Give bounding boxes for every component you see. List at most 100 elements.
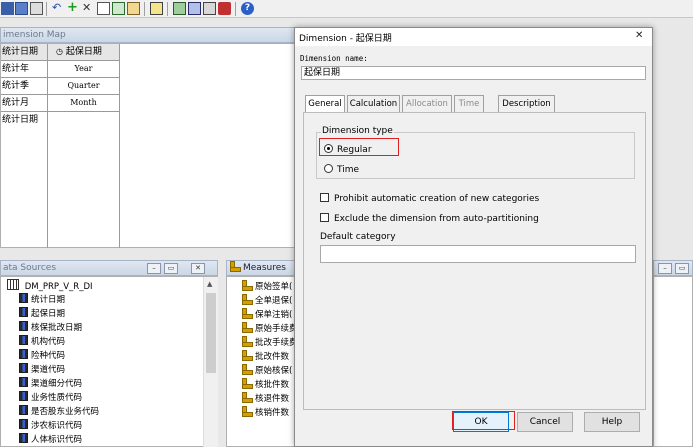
measure-label: 全单退保( [255, 296, 293, 306]
prohibit-checkbox[interactable]: Prohibit automatic creation of new categ… [320, 193, 539, 204]
cube-icon[interactable] [218, 2, 231, 15]
tab-time[interactable]: Time [454, 95, 484, 112]
list-item[interactable]: 核保批改日期 [19, 321, 82, 334]
dimension-cell[interactable]: 统计月 [1, 95, 48, 112]
list-item[interactable]: 险种代码 [19, 349, 65, 362]
tree-root[interactable]: DM_PRP_V_R_DI [7, 279, 93, 292]
column-label: 业务性质代码 [31, 393, 83, 403]
scrollbar-thumb[interactable] [206, 293, 216, 373]
help-icon[interactable]: ? [241, 2, 254, 15]
list-item[interactable]: 涉农标识代码 [19, 419, 82, 432]
list-item[interactable]: 原始签单( [241, 280, 292, 293]
measures-title: Measures [243, 263, 286, 273]
open-icon[interactable] [1, 2, 14, 15]
minimize-button[interactable]: – [147, 263, 161, 274]
tree-icon[interactable] [112, 2, 125, 15]
checkbox-icon [320, 193, 329, 202]
help-button[interactable]: Help [584, 412, 640, 432]
tab-calculation[interactable]: Calculation [347, 95, 400, 112]
tab-bar: General Calculation Allocation Time Desc… [305, 95, 650, 113]
column-label: 机构代码 [31, 337, 66, 347]
settings-icon[interactable] [127, 2, 140, 15]
tab-allocation[interactable]: Allocation [402, 95, 452, 112]
vertical-scrollbar[interactable]: ▲ [203, 277, 218, 447]
dimension-cell[interactable]: 统计年 [1, 61, 48, 78]
undo-icon[interactable]: ↶ [52, 2, 65, 15]
edit-icon[interactable] [150, 2, 163, 15]
list-item[interactable]: 核退件数 [241, 392, 289, 405]
measures-titlebar: Measures [226, 260, 296, 276]
list-item[interactable]: 统计日期 [19, 293, 65, 306]
delete-icon[interactable]: ✕ [82, 2, 95, 15]
list-item[interactable]: 渠道代码 [19, 363, 65, 376]
list-item[interactable]: 机构代码 [19, 335, 65, 348]
grid-icon[interactable] [188, 2, 201, 15]
measure-icon [241, 322, 253, 333]
measure-icon [241, 406, 253, 417]
scroll-up-icon[interactable]: ▲ [207, 280, 215, 288]
restore-button[interactable]: ▭ [675, 263, 689, 274]
dimension-map-titlebar: imension Map [0, 27, 296, 43]
restore-button[interactable]: ▭ [164, 263, 178, 274]
list-item[interactable]: 核批件数 [241, 378, 289, 391]
default-category-label: Default category [320, 232, 396, 242]
measure-label: 批改件数 [255, 352, 290, 362]
table-icon [7, 279, 19, 290]
radio-time-label: Time [337, 165, 360, 175]
dimension-name-input[interactable]: 起保日期 [301, 66, 646, 80]
list-item[interactable]: 是否股东业务代码 [19, 405, 99, 418]
column-icon [19, 363, 28, 373]
column-label: 渠道细分代码 [31, 379, 83, 389]
close-button[interactable]: ✕ [191, 263, 205, 274]
measure-icon [241, 378, 253, 389]
dimension-header-cell[interactable]: ◷ 起保日期 [48, 44, 120, 61]
column-icon [19, 335, 28, 345]
column-label: 统计日期 [31, 295, 66, 305]
list-item[interactable]: 保单注销( [241, 308, 292, 321]
list-item[interactable]: 起保日期 [19, 307, 65, 320]
list-item[interactable]: 批改件数 [241, 350, 289, 363]
checkbox-icon [320, 213, 329, 222]
table-icon[interactable] [97, 2, 110, 15]
exclude-checkbox[interactable]: Exclude the dimension from auto-partitio… [320, 213, 539, 224]
right-panel [653, 276, 693, 447]
measures-panel: 原始签单( 全单退保( 保单注销( 原始手续费 批改手续费 批改件数 原始核保(… [226, 276, 298, 447]
list-item[interactable]: 批改手续费 [241, 336, 298, 349]
list-item[interactable]: 人体标识代码 [19, 433, 82, 446]
radio-time[interactable]: Time [324, 164, 359, 175]
level-cell[interactable]: Quarter [48, 78, 120, 95]
default-category-input[interactable] [320, 245, 636, 263]
dimension-cell[interactable]: 统计日期 [1, 112, 48, 248]
dimension-cell[interactable]: 统计日期 [1, 44, 48, 61]
highlight-box [452, 411, 515, 430]
list-item[interactable]: 业务性质代码 [19, 391, 82, 404]
column-icon [19, 391, 28, 401]
exclude-label: Exclude the dimension from auto-partitio… [334, 214, 539, 224]
column-icon [19, 349, 28, 359]
list-item[interactable]: 原始核保( [241, 364, 292, 377]
close-icon[interactable]: ✕ [635, 30, 643, 41]
column-icon [19, 433, 28, 443]
list-item[interactable]: 渠道细分代码 [19, 377, 82, 390]
dialog-title: Dimension - 起保日期 [299, 34, 392, 44]
chart-icon[interactable] [173, 2, 186, 15]
measure-icon [241, 336, 253, 347]
level-cell[interactable]: Year [48, 61, 120, 78]
dimension-cell[interactable]: 统计季 [1, 78, 48, 95]
print-icon[interactable] [30, 2, 43, 15]
column-label: 人体标识代码 [31, 435, 83, 445]
list-item[interactable]: 全单退保( [241, 294, 292, 307]
dimension-map-title: imension Map [3, 30, 66, 40]
tab-general[interactable]: General [305, 95, 345, 113]
list-item[interactable]: 核销件数 [241, 406, 289, 419]
list-item[interactable]: 原始手续费 [241, 322, 298, 335]
tab-description[interactable]: Description [498, 95, 555, 112]
add-icon[interactable]: + [67, 1, 80, 15]
report-icon[interactable] [203, 2, 216, 15]
save-icon[interactable] [15, 2, 28, 15]
cancel-button[interactable]: Cancel [517, 412, 573, 432]
measure-label: 原始签单( [255, 282, 293, 292]
minimize-button[interactable]: – [658, 263, 672, 274]
level-cell[interactable]: Month [48, 95, 120, 112]
column-label: 渠道代码 [31, 365, 66, 375]
